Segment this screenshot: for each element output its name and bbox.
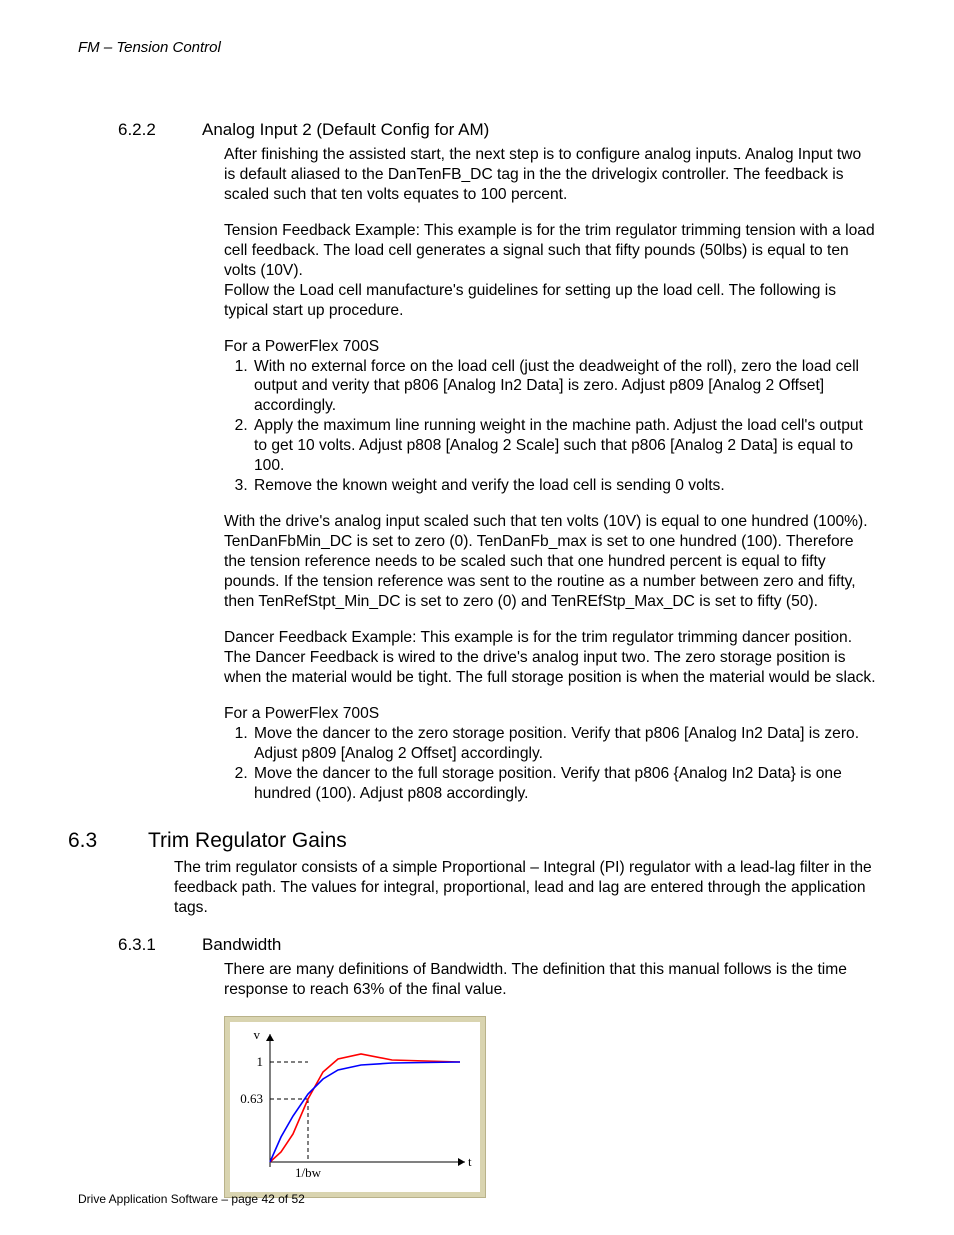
tick-1: 1 [257, 1054, 264, 1069]
paragraph: For a PowerFlex 700S [224, 704, 876, 724]
heading-number: 6.3 [108, 828, 148, 855]
bandwidth-figure: v t 1 0.63 1/bw [224, 1016, 486, 1198]
heading-title: Analog Input 2 (Default Config for AM) [202, 120, 489, 139]
paragraph: Dancer Feedback Example: This example is… [224, 628, 876, 688]
list-item: Apply the maximum line running weight in… [252, 416, 876, 476]
page-footer: Drive Application Software – page 42 of … [78, 1192, 305, 1207]
heading-6-2-2: 6.2.2Analog Input 2 (Default Config for … [78, 119, 876, 141]
paragraph: The trim regulator consists of a simple … [174, 858, 876, 918]
heading-6-3: 6.3Trim Regulator Gains [78, 828, 876, 855]
paragraph: For a PowerFlex 700S [224, 337, 876, 357]
paragraph: With the drive's analog input scaled suc… [224, 512, 876, 612]
ordered-list: With no external force on the load cell … [224, 357, 876, 497]
list-item: Move the dancer to the full storage posi… [252, 764, 876, 804]
heading-number: 6.3.1 [160, 934, 202, 956]
ordered-list: Move the dancer to the zero storage posi… [224, 724, 876, 804]
list-item: Move the dancer to the zero storage posi… [252, 724, 876, 764]
paragraph: There are many definitions of Bandwidth.… [224, 960, 876, 1000]
bandwidth-chart: v t 1 0.63 1/bw [230, 1022, 480, 1192]
axis-label-x: t [468, 1154, 472, 1169]
paragraph: Tension Feedback Example: This example i… [224, 221, 876, 281]
list-item: With no external force on the load cell … [252, 357, 876, 417]
list-item: Remove the known weight and verify the l… [252, 476, 876, 496]
axis-label-y: v [254, 1027, 261, 1042]
heading-title: Bandwidth [202, 935, 281, 954]
running-header: FM – Tension Control [78, 38, 876, 57]
heading-number: 6.2.2 [160, 119, 202, 141]
heading-title: Trim Regulator Gains [148, 829, 347, 852]
paragraph: Follow the Load cell manufacture's guide… [224, 281, 876, 321]
heading-6-3-1: 6.3.1Bandwidth [78, 934, 876, 956]
tick-063: 0.63 [240, 1091, 263, 1106]
paragraph: After finishing the assisted start, the … [224, 145, 876, 205]
tick-1bw: 1/bw [295, 1165, 322, 1180]
